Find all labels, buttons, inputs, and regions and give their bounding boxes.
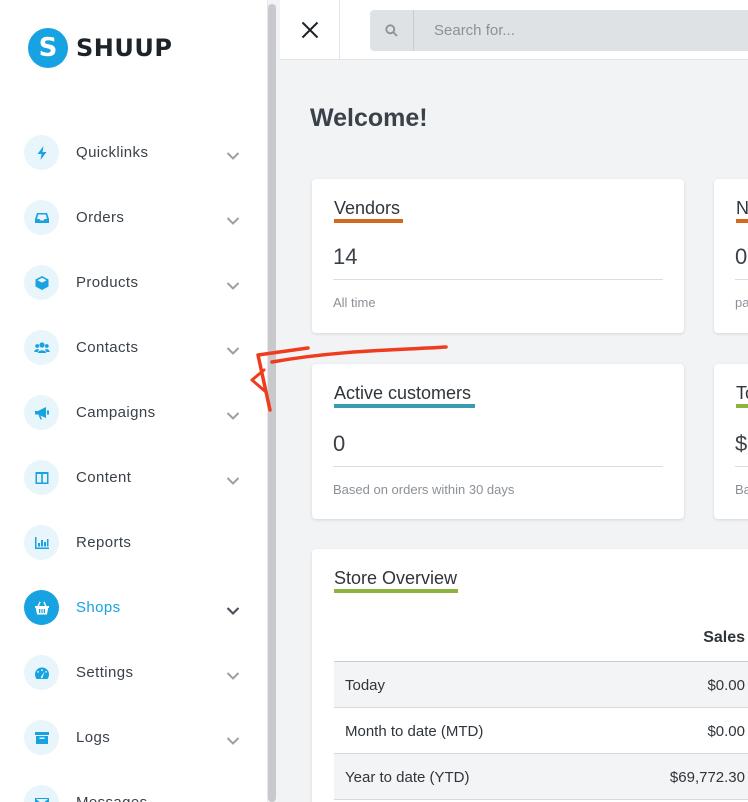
sidebar-item-settings[interactable]: Settings: [0, 640, 267, 705]
card-title: To: [736, 383, 748, 403]
card-title: Store Overview: [334, 568, 458, 588]
row-label: Today: [345, 677, 386, 694]
card-subtitle: pa: [735, 295, 748, 310]
card-value: 0: [333, 431, 346, 456]
sidebar-item-label: Campaigns: [76, 404, 156, 421]
card-title-underline: [334, 589, 458, 593]
card-divider: [333, 466, 663, 467]
t-card: To $ Ba: [714, 364, 748, 519]
sidebar-item-label: Logs: [76, 729, 111, 746]
sidebar-item-label: Quicklinks: [76, 144, 149, 161]
card-title-underline: [736, 219, 748, 223]
inbox-icon: [24, 200, 59, 235]
users-icon: [24, 330, 59, 365]
row-sales: $69,772.30: [669, 769, 745, 786]
sidebar-item-label: Messages: [76, 794, 148, 802]
close-menu-button[interactable]: [280, 0, 340, 60]
table-row: Month to date (MTD) $0.00: [334, 708, 748, 754]
card-subtitle: Ba: [735, 482, 748, 497]
card-subtitle: Based on orders within 30 days: [333, 482, 515, 497]
sidebar-item-messages[interactable]: Messages: [0, 770, 267, 802]
chevron-down-icon[interactable]: [226, 278, 240, 290]
row-sales: $0.00: [707, 677, 745, 694]
sidebar-item-shops[interactable]: Shops: [0, 575, 267, 640]
card-title: Vendors: [334, 198, 401, 218]
chevron-down-icon[interactable]: [226, 473, 240, 485]
search-icon: [370, 10, 414, 51]
card-value: 14: [333, 244, 358, 269]
card-value: 0: [735, 244, 748, 269]
card-subtitle: All time: [333, 295, 376, 310]
top-bar: [280, 0, 748, 60]
sidebar-menu: Quicklinks Orders Products Contacts Camp…: [0, 120, 267, 802]
sidebar-item-campaigns[interactable]: Campaigns: [0, 380, 267, 445]
brand-name: SHUUP: [76, 34, 173, 62]
row-label: Year to date (YTD): [345, 769, 470, 786]
columns-icon: [24, 460, 59, 495]
card-value: $: [735, 431, 748, 456]
card-divider: [735, 466, 748, 467]
chevron-down-icon[interactable]: [226, 733, 240, 745]
column-header-sales: Sales: [703, 629, 745, 646]
chevron-down-icon[interactable]: [226, 148, 240, 160]
sidebar-item-label: Reports: [76, 534, 132, 551]
sidebar-item-quicklinks[interactable]: Quicklinks: [0, 120, 267, 185]
search-input[interactable]: [434, 22, 734, 39]
dashboard-icon: [24, 655, 59, 690]
sidebar-item-label: Products: [76, 274, 139, 291]
search-bar[interactable]: [370, 10, 748, 51]
brand-logo[interactable]: S SHUUP: [28, 28, 172, 68]
chevron-down-icon[interactable]: [226, 668, 240, 680]
sidebar-item-logs[interactable]: Logs: [0, 705, 267, 770]
table-header: Sales: [334, 616, 748, 662]
bullhorn-icon: [24, 395, 59, 430]
card-divider: [333, 279, 663, 280]
sidebar-item-orders[interactable]: Orders: [0, 185, 267, 250]
card-title: N: [736, 198, 748, 218]
sidebar-item-label: Contacts: [76, 339, 139, 356]
sidebar-item-products[interactable]: Products: [0, 250, 267, 315]
card-title-underline: [736, 404, 748, 408]
sidebar-item-reports[interactable]: Reports: [0, 510, 267, 575]
annotation-arrow-icon: [250, 345, 448, 412]
basket-icon: [24, 590, 59, 625]
row-label: Month to date (MTD): [345, 723, 484, 740]
row-sales: $0.00: [707, 723, 745, 740]
chevron-down-icon[interactable]: [226, 213, 240, 225]
sidebar-item-label: Orders: [76, 209, 125, 226]
store-overview-table: Sales Today $0.00 Month to date (MTD) $0…: [334, 616, 748, 800]
bar-chart-icon: [24, 525, 59, 560]
sidebar-item-label: Shops: [76, 599, 121, 616]
sidebar: S SHUUP Quicklinks Orders Products Conta…: [0, 0, 268, 802]
card-title-underline: [334, 219, 403, 223]
envelope-icon: [24, 785, 59, 802]
vendors-card: Vendors 14 All time: [312, 179, 684, 333]
bolt-icon: [24, 135, 59, 170]
cube-icon: [24, 265, 59, 300]
table-row: Today $0.00: [334, 662, 748, 708]
archive-icon: [24, 720, 59, 755]
page-title: Welcome!: [310, 104, 428, 132]
n-card: N 0 pa: [714, 179, 748, 333]
sidebar-item-label: Content: [76, 469, 132, 486]
shuup-logo-icon: S: [28, 28, 68, 68]
sidebar-item-label: Settings: [76, 664, 134, 681]
sidebar-item-content[interactable]: Content: [0, 445, 267, 510]
card-divider: [735, 279, 748, 280]
table-row: Year to date (YTD) $69,772.30: [334, 754, 748, 800]
close-icon: [301, 21, 318, 39]
sidebar-item-contacts[interactable]: Contacts: [0, 315, 267, 380]
chevron-down-icon[interactable]: [226, 603, 240, 615]
